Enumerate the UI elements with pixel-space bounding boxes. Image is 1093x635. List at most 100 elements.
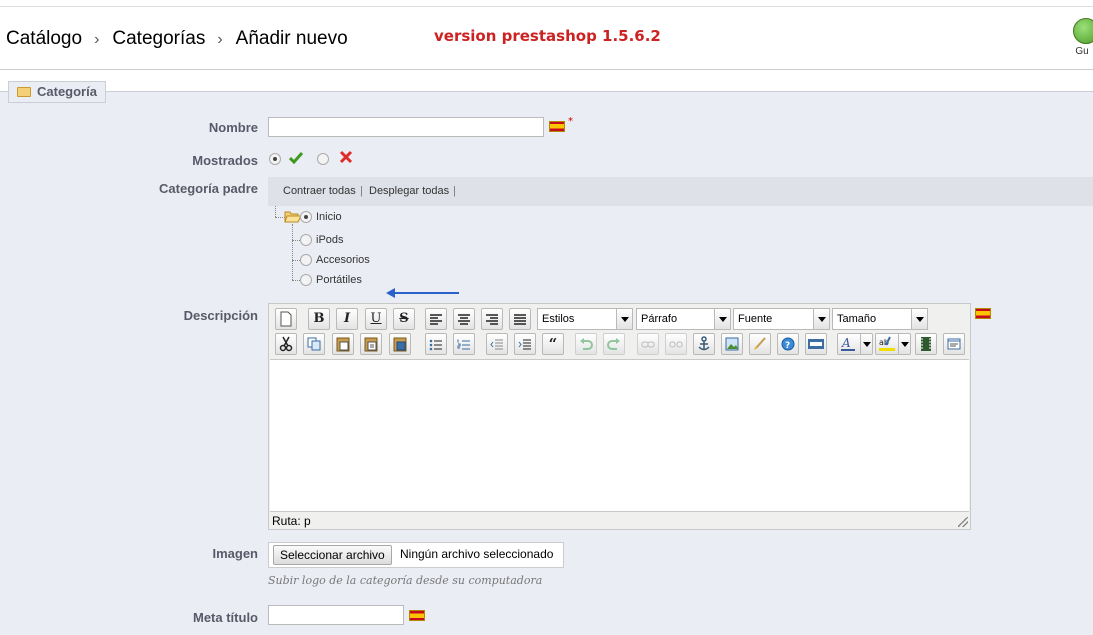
header-bar: Catálogo › Categorías › Añadir nuevo version… bbox=[0, 0, 1093, 70]
check-icon bbox=[289, 152, 303, 164]
text-color-button[interactable]: A bbox=[837, 333, 873, 355]
bullet-list-icon[interactable] bbox=[425, 333, 447, 355]
numbered-list-icon[interactable] bbox=[453, 333, 475, 355]
paste-word-icon[interactable] bbox=[389, 333, 411, 355]
editor-path: Ruta: p bbox=[272, 514, 311, 528]
chevron-down-icon bbox=[911, 309, 927, 329]
tree-radio-ipods[interactable] bbox=[300, 234, 312, 246]
tree-radio-accesorios[interactable] bbox=[300, 254, 312, 266]
breadcrumb: Catálogo › Categorías › Añadir nuevo bbox=[6, 28, 348, 50]
file-status: Ningún archivo seleccionado bbox=[400, 547, 554, 561]
breadcrumb-item-add-new: Añadir nuevo bbox=[235, 28, 348, 49]
highlight-color-button[interactable]: ab bbox=[875, 333, 911, 355]
paragraph-select-value: Párrafo bbox=[641, 313, 678, 325]
underline-button[interactable]: U bbox=[365, 308, 387, 330]
rich-text-editor: B I U S Estilos Párrafo Fuente Tamaño “ … bbox=[268, 303, 971, 530]
svg-text:?: ? bbox=[785, 341, 790, 351]
tree-connector bbox=[275, 206, 276, 217]
align-justify-icon[interactable] bbox=[509, 308, 531, 330]
meta-title-label: Meta título bbox=[193, 610, 258, 625]
cut-icon[interactable] bbox=[275, 333, 297, 355]
displayed-no-radio[interactable] bbox=[317, 153, 329, 165]
paste-text-icon[interactable] bbox=[360, 333, 382, 355]
expand-all-link[interactable]: Desplegar todas bbox=[369, 185, 449, 197]
align-center-icon[interactable] bbox=[453, 308, 475, 330]
fullscreen-icon[interactable] bbox=[943, 333, 965, 355]
html-source-icon[interactable] bbox=[805, 333, 827, 355]
new-document-icon[interactable] bbox=[275, 308, 297, 330]
tree-radio-portatiles[interactable] bbox=[300, 274, 312, 286]
outdent-icon[interactable] bbox=[486, 333, 508, 355]
parent-category-label: Categoría padre bbox=[159, 181, 258, 196]
fieldset-legend-label: Categoría bbox=[37, 84, 97, 99]
image-hint: Subir logo de la categoría desde su comp… bbox=[268, 574, 543, 587]
chevron-down-icon bbox=[813, 309, 829, 329]
required-mark: * bbox=[568, 116, 573, 127]
tree-item-inicio[interactable]: Inicio bbox=[316, 211, 342, 223]
save-icon bbox=[1073, 18, 1093, 44]
font-select[interactable]: Fuente bbox=[733, 308, 830, 330]
help-icon[interactable]: ? bbox=[777, 333, 799, 355]
tree-item-portatiles[interactable]: Portátiles bbox=[316, 274, 362, 286]
strikethrough-button[interactable]: S bbox=[393, 308, 415, 330]
unlink-icon[interactable] bbox=[665, 333, 687, 355]
folder-icon bbox=[17, 87, 31, 97]
copy-icon[interactable] bbox=[303, 333, 325, 355]
spanish-flag-icon[interactable] bbox=[409, 610, 425, 621]
styles-select[interactable]: Estilos bbox=[537, 308, 633, 330]
tree-toolbar-separator: | bbox=[360, 185, 363, 197]
styles-select-value: Estilos bbox=[542, 313, 575, 325]
tree-toolbar: Contraer todas | Desplegar todas | bbox=[268, 177, 1093, 206]
spanish-flag-icon[interactable] bbox=[975, 308, 991, 319]
size-select[interactable]: Tamaño bbox=[832, 308, 928, 330]
displayed-label: Mostrados bbox=[192, 153, 258, 168]
resize-handle-icon[interactable] bbox=[958, 517, 968, 527]
save-button-label: Gu bbox=[1075, 46, 1089, 57]
annotation-arrow bbox=[392, 292, 459, 294]
align-right-icon[interactable] bbox=[481, 308, 503, 330]
breadcrumb-separator: › bbox=[94, 31, 100, 48]
name-label: Nombre bbox=[208, 120, 258, 135]
redo-icon[interactable] bbox=[603, 333, 625, 355]
media-icon[interactable] bbox=[915, 333, 937, 355]
breadcrumb-item-categories[interactable]: Categorías bbox=[112, 28, 205, 49]
name-input[interactable] bbox=[268, 117, 544, 137]
tree-item-accesorios[interactable]: Accesorios bbox=[316, 254, 370, 266]
editor-content-area[interactable] bbox=[270, 359, 969, 512]
image-label: Imagen bbox=[212, 546, 258, 561]
image-icon[interactable] bbox=[721, 333, 743, 355]
bold-button[interactable]: B bbox=[308, 308, 330, 330]
tree-radio-inicio[interactable] bbox=[300, 211, 312, 223]
size-select-value: Tamaño bbox=[837, 313, 877, 325]
indent-icon[interactable] bbox=[514, 333, 536, 355]
image-file-input[interactable]: Seleccionar archivo Ningún archivo selec… bbox=[268, 542, 564, 568]
tree-item-ipods[interactable]: iPods bbox=[316, 234, 344, 246]
meta-title-input[interactable] bbox=[268, 605, 404, 625]
blockquote-icon[interactable]: “ bbox=[542, 333, 564, 355]
paragraph-select[interactable]: Párrafo bbox=[636, 308, 731, 330]
italic-button[interactable]: I bbox=[336, 308, 358, 330]
displayed-yes-radio[interactable] bbox=[269, 153, 281, 165]
spanish-flag-icon[interactable] bbox=[549, 121, 565, 132]
chevron-down-icon bbox=[714, 309, 730, 329]
tree-connector bbox=[292, 224, 293, 280]
header-divider bbox=[0, 6, 1093, 7]
chevron-down-icon bbox=[860, 334, 872, 354]
svg-text:A: A bbox=[841, 336, 851, 350]
save-button[interactable]: Gu bbox=[1071, 18, 1093, 57]
chevron-down-icon bbox=[616, 309, 632, 329]
anchor-icon[interactable] bbox=[693, 333, 715, 355]
cross-icon bbox=[339, 150, 353, 164]
breadcrumb-item-catalog[interactable]: Catálogo bbox=[6, 28, 82, 49]
cleanup-icon[interactable] bbox=[749, 333, 771, 355]
link-icon[interactable] bbox=[637, 333, 659, 355]
collapse-all-link[interactable]: Contraer todas bbox=[283, 185, 356, 197]
undo-icon[interactable] bbox=[575, 333, 597, 355]
fieldset-legend: Categoría bbox=[8, 81, 106, 103]
description-label: Descripción bbox=[183, 308, 258, 323]
breadcrumb-separator: › bbox=[217, 31, 223, 48]
paste-icon[interactable] bbox=[332, 333, 354, 355]
chevron-down-icon bbox=[898, 334, 910, 354]
choose-file-button[interactable]: Seleccionar archivo bbox=[273, 545, 392, 565]
align-left-icon[interactable] bbox=[425, 308, 447, 330]
